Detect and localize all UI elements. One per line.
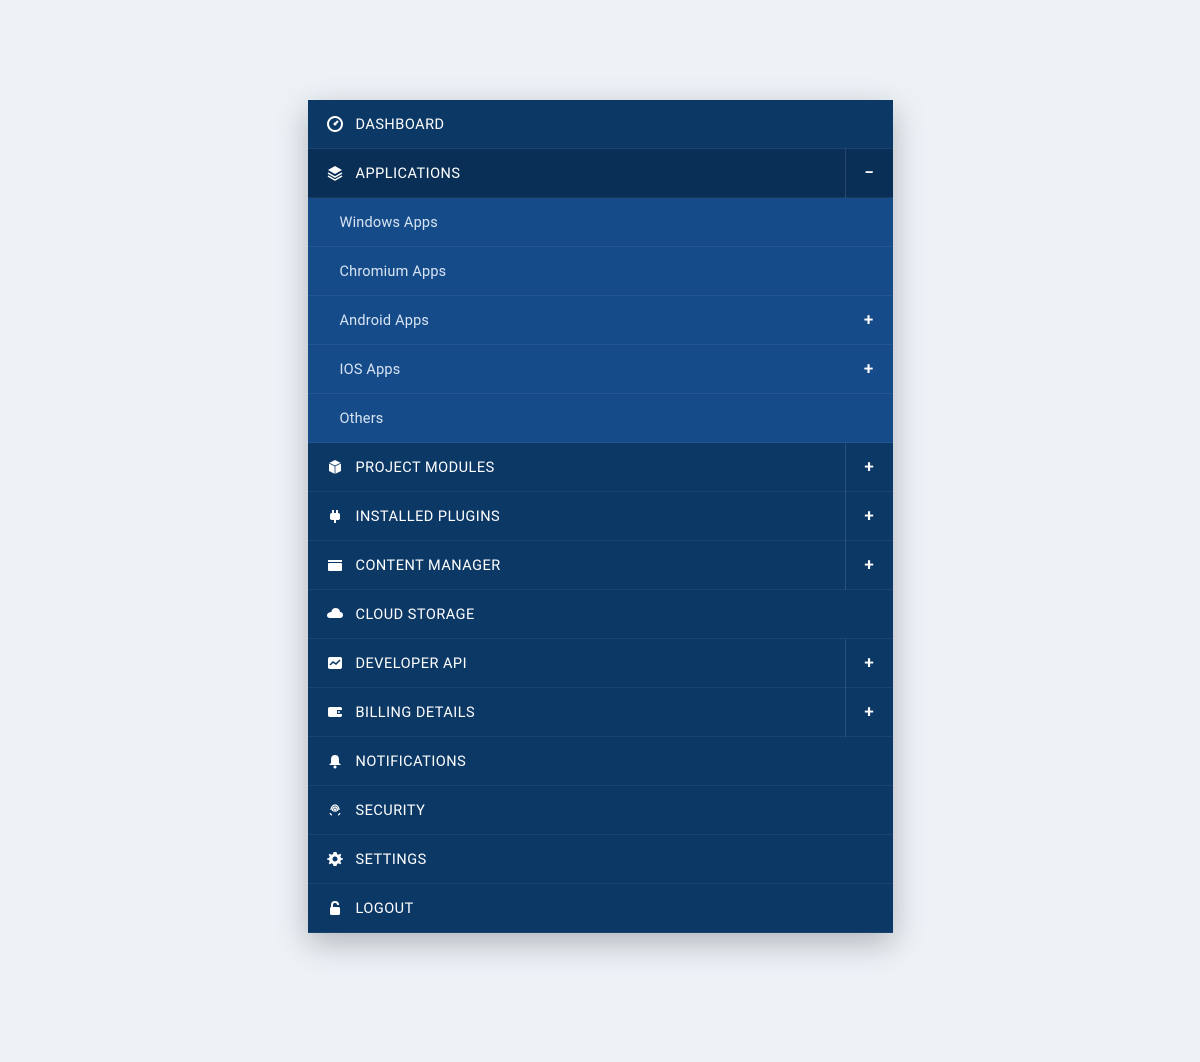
- menu-label: CLOUD STORAGE: [356, 606, 875, 623]
- expand-toggle[interactable]: +: [845, 639, 893, 688]
- submenu-label: Chromium Apps: [340, 263, 875, 280]
- menu-label: SETTINGS: [356, 851, 875, 868]
- menu-item-logout[interactable]: LOGOUT: [308, 884, 893, 933]
- expand-toggle[interactable]: +: [845, 541, 893, 590]
- expand-toggle[interactable]: +: [845, 296, 893, 345]
- submenu-label: Android Apps: [340, 312, 845, 329]
- expand-toggle[interactable]: +: [845, 492, 893, 541]
- menu-label: SECURITY: [356, 802, 875, 819]
- sidebar-menu: DASHBOARD APPLICATIONS − Windows Apps Ch…: [308, 100, 893, 933]
- submenu-label: Windows Apps: [340, 214, 875, 231]
- menu-item-developer-api[interactable]: DEVELOPER API +: [308, 639, 893, 688]
- menu-item-installed-plugins[interactable]: INSTALLED PLUGINS +: [308, 492, 893, 541]
- menu-item-content-manager[interactable]: CONTENT MANAGER +: [308, 541, 893, 590]
- menu-label: NOTIFICATIONS: [356, 753, 875, 770]
- menu-label: CONTENT MANAGER: [356, 557, 845, 574]
- lock-icon: [326, 899, 344, 917]
- submenu-item-ios-apps[interactable]: IOS Apps +: [308, 345, 893, 394]
- submenu-item-android-apps[interactable]: Android Apps +: [308, 296, 893, 345]
- menu-label: INSTALLED PLUGINS: [356, 508, 845, 525]
- gauge-icon: [326, 115, 344, 133]
- expand-toggle[interactable]: +: [845, 443, 893, 492]
- expand-toggle[interactable]: +: [845, 345, 893, 394]
- plug-icon: [326, 507, 344, 525]
- fingerprint-icon: [326, 801, 344, 819]
- menu-label: DEVELOPER API: [356, 655, 845, 672]
- menu-label: APPLICATIONS: [356, 165, 845, 182]
- cloud-icon: [326, 605, 344, 623]
- gear-icon: [326, 850, 344, 868]
- submenu-item-windows-apps[interactable]: Windows Apps: [308, 198, 893, 247]
- menu-label: LOGOUT: [356, 900, 875, 917]
- folder-icon: [326, 556, 344, 574]
- submenu-label: IOS Apps: [340, 361, 845, 378]
- bell-icon: [326, 752, 344, 770]
- menu-item-project-modules[interactable]: PROJECT MODULES +: [308, 443, 893, 492]
- collapse-toggle[interactable]: −: [845, 149, 893, 198]
- menu-item-applications[interactable]: APPLICATIONS −: [308, 149, 893, 198]
- submenu-item-chromium-apps[interactable]: Chromium Apps: [308, 247, 893, 296]
- chart-icon: [326, 654, 344, 672]
- menu-item-cloud-storage[interactable]: CLOUD STORAGE: [308, 590, 893, 639]
- expand-toggle[interactable]: +: [845, 688, 893, 737]
- submenu-applications: Windows Apps Chromium Apps Android Apps …: [308, 198, 893, 443]
- menu-item-notifications[interactable]: NOTIFICATIONS: [308, 737, 893, 786]
- menu-item-settings[interactable]: SETTINGS: [308, 835, 893, 884]
- menu-label: DASHBOARD: [356, 116, 875, 133]
- menu-item-dashboard[interactable]: DASHBOARD: [308, 100, 893, 149]
- submenu-item-others[interactable]: Others: [308, 394, 893, 443]
- menu-item-billing-details[interactable]: BILLING DETAILS +: [308, 688, 893, 737]
- menu-label: PROJECT MODULES: [356, 459, 845, 476]
- menu-item-security[interactable]: SECURITY: [308, 786, 893, 835]
- submenu-label: Others: [340, 410, 875, 427]
- wallet-icon: [326, 703, 344, 721]
- layers-icon: [326, 164, 344, 182]
- cube-icon: [326, 458, 344, 476]
- menu-label: BILLING DETAILS: [356, 704, 845, 721]
